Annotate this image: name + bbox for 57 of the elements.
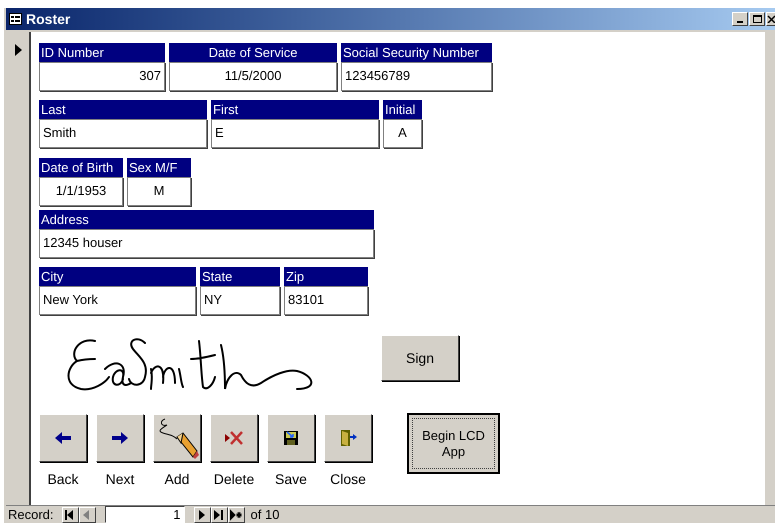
field-label: First [211, 100, 379, 119]
next-button[interactable] [96, 414, 144, 462]
input-field[interactable]: E [211, 119, 379, 148]
field-label: Social Security Number [341, 43, 492, 62]
input-field[interactable]: 11/5/2000 [169, 62, 337, 91]
button-caption: Next [106, 470, 134, 489]
field-label: Zip [284, 267, 368, 286]
button-caption: Add [164, 470, 190, 489]
form-icon [9, 13, 22, 25]
first-record-button[interactable] [62, 506, 79, 522]
field-label: Last [39, 100, 207, 119]
field-label: Date of Birth [39, 158, 123, 177]
field-label: ID Number [39, 43, 165, 62]
input-field[interactable]: NY [200, 286, 280, 315]
back-button[interactable] [39, 414, 87, 462]
input-field[interactable]: 307 [39, 62, 165, 91]
field-label: State [200, 267, 280, 286]
field-label: Sex M/F [127, 158, 191, 177]
button-caption: Close [330, 470, 366, 489]
close-button[interactable] [324, 414, 372, 462]
next-record-button[interactable] [194, 506, 211, 522]
record-label: Record: [8, 506, 54, 523]
input-field[interactable]: A [383, 119, 422, 148]
input-field[interactable]: 83101 [284, 286, 368, 315]
delete-button[interactable] [210, 414, 258, 462]
new-record-button[interactable] [228, 506, 245, 522]
field-label: Initial [383, 100, 422, 119]
window-title: Roster [26, 10, 70, 28]
maximize-button[interactable] [749, 12, 765, 26]
input-field[interactable]: 1/1/1953 [39, 177, 123, 206]
button-caption: Back [47, 470, 79, 489]
left-arrow-icon [55, 432, 71, 444]
field-label: Date of Service [169, 43, 337, 62]
current-record-icon [14, 44, 22, 56]
sign-button[interactable]: Sign [381, 335, 459, 381]
button-caption: Save [275, 470, 307, 489]
new-record-icon [230, 508, 242, 520]
field-label: Address [39, 210, 374, 229]
right-arrow-icon [112, 432, 128, 444]
record-number-field[interactable]: 1 [104, 506, 185, 523]
delete-record-icon [225, 431, 243, 445]
last-record-icon [213, 508, 226, 520]
minimize-button[interactable] [732, 12, 748, 26]
begin-lcd-app-button[interactable]: Begin LCD App [407, 413, 500, 474]
button-caption: Delete [214, 470, 254, 489]
field-label: City [39, 267, 196, 286]
input-field[interactable]: Smith [39, 119, 207, 148]
record-count: of 10 [250, 506, 280, 523]
input-field[interactable]: 123456789 [341, 62, 492, 91]
add-button[interactable] [153, 414, 201, 462]
input-field[interactable]: M [127, 177, 191, 206]
door-exit-icon [339, 429, 357, 447]
input-field[interactable]: 12345 houser [39, 229, 374, 258]
save-button[interactable] [267, 414, 315, 462]
last-record-button[interactable] [210, 506, 228, 522]
close-button[interactable] [766, 12, 775, 26]
input-field[interactable]: New York [39, 286, 196, 315]
